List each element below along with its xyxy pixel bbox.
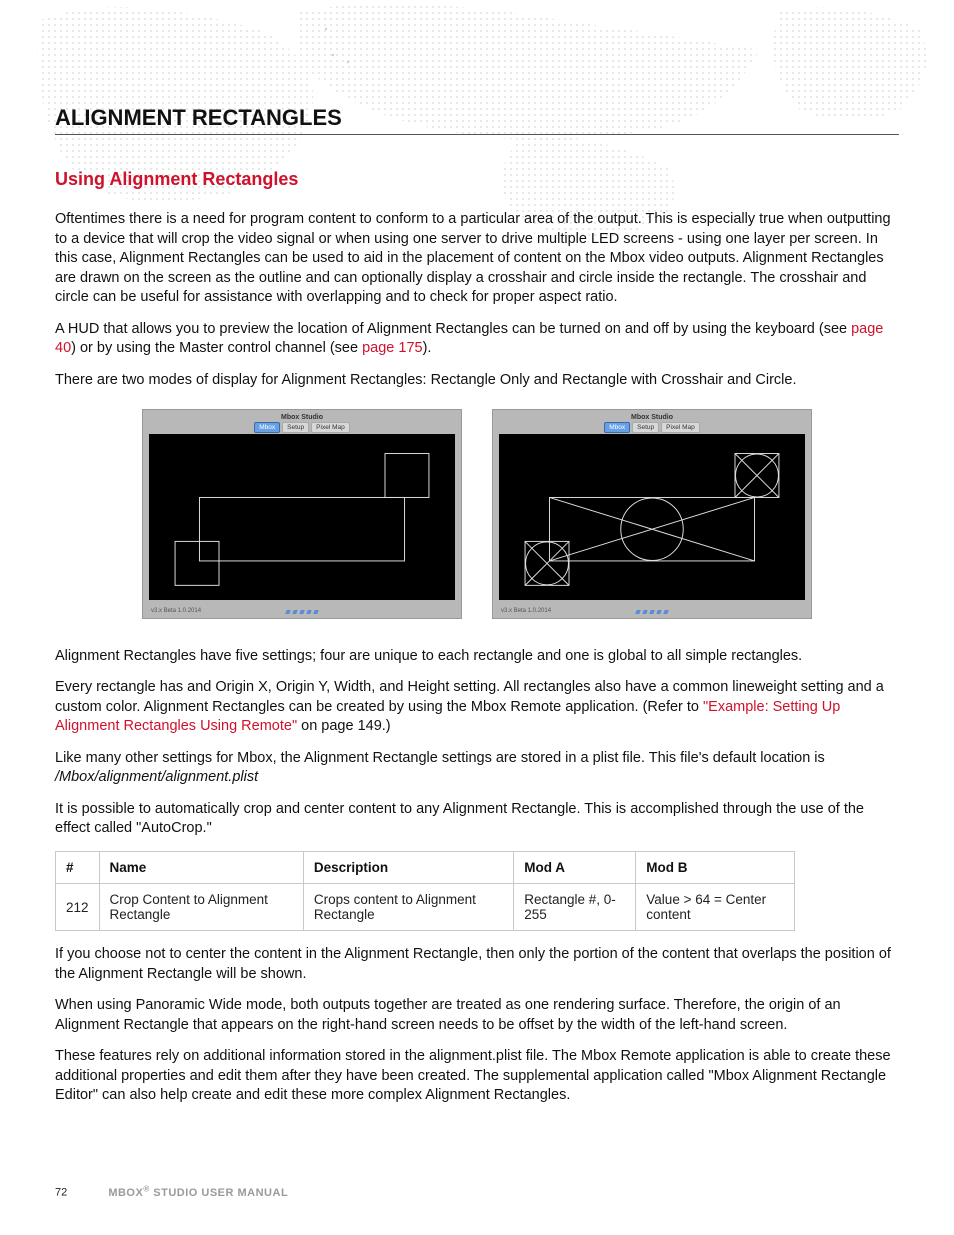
cell-number: 212 <box>56 884 100 931</box>
figure-version: v3.x Beta 1.0.2014 <box>501 608 551 614</box>
paragraph: Oftentimes there is a need for program c… <box>55 210 899 308</box>
window-title: Mbox Studio <box>493 414 811 421</box>
window-title: Mbox Studio <box>143 414 461 421</box>
text: ) or by using the Master control channel… <box>71 340 362 356</box>
paragraph: Alignment Rectangles have five settings;… <box>55 647 899 667</box>
paragraph: If you choose not to center the content … <box>55 945 899 984</box>
col-description: Description <box>303 852 513 884</box>
page-link[interactable]: page 175 <box>362 340 422 356</box>
tab-setup: Setup <box>632 422 659 433</box>
window-tabs: MboxSetupPixel Map <box>143 422 461 433</box>
window-tabs: MboxSetupPixel Map <box>493 422 811 433</box>
figure-row: Mbox Studio MboxSetupPixel Map v3.x Beta… <box>55 409 899 619</box>
text: A HUD that allows you to preview the loc… <box>55 321 851 337</box>
paragraph: These features rely on additional inform… <box>55 1047 899 1106</box>
figure-version: v3.x Beta 1.0.2014 <box>151 608 201 614</box>
table-row: 212 Crop Content to Alignment Rectangle … <box>56 884 795 931</box>
paragraph: Every rectangle has and Origin X, Origin… <box>55 678 899 737</box>
footer-dots-icon <box>286 610 318 614</box>
figure-stage <box>499 434 805 600</box>
figure-rectangle-only: Mbox Studio MboxSetupPixel Map v3.x Beta… <box>142 409 462 619</box>
text: Like many other settings for Mbox, the A… <box>55 750 825 766</box>
paragraph: It is possible to automatically crop and… <box>55 800 899 839</box>
paragraph: Like many other settings for Mbox, the A… <box>55 749 899 788</box>
col-number: # <box>56 852 100 884</box>
paragraph: There are two modes of display for Align… <box>55 371 899 391</box>
col-name: Name <box>99 852 303 884</box>
manual-title: MBOX® STUDIO USER MANUAL <box>108 1187 288 1199</box>
tab-pixelmap: Pixel Map <box>311 422 350 433</box>
col-mod-b: Mod B <box>636 852 795 884</box>
text: on page 149.) <box>297 718 391 734</box>
section-heading: ALIGNMENT RECTANGLES <box>55 105 899 135</box>
cell-mod-b: Value > 64 = Center content <box>636 884 795 931</box>
table-header-row: # Name Description Mod A Mod B <box>56 852 795 884</box>
tab-pixelmap: Pixel Map <box>661 422 700 433</box>
tab-mbox: Mbox <box>604 422 630 433</box>
text: ). <box>423 340 432 356</box>
cell-description: Crops content to Alignment Rectangle <box>303 884 513 931</box>
footer-dots-icon <box>636 610 668 614</box>
page-footer: 72 MBOX® STUDIO USER MANUAL <box>55 1184 288 1199</box>
paragraph: When using Panoramic Wide mode, both out… <box>55 996 899 1035</box>
tab-setup: Setup <box>282 422 309 433</box>
tab-mbox: Mbox <box>254 422 280 433</box>
page-content: ALIGNMENT RECTANGLES Using Alignment Rec… <box>0 0 954 1148</box>
cell-mod-a: Rectangle #, 0-255 <box>514 884 636 931</box>
figure-rectangle-crosshair: Mbox Studio MboxSetupPixel Map <box>492 409 812 619</box>
file-path: /Mbox/alignment/alignment.plist <box>55 769 258 785</box>
figure-stage <box>149 434 455 600</box>
subsection-heading: Using Alignment Rectangles <box>55 169 899 190</box>
cell-name: Crop Content to Alignment Rectangle <box>99 884 303 931</box>
paragraph: A HUD that allows you to preview the loc… <box>55 320 899 359</box>
page-number: 72 <box>55 1187 67 1199</box>
col-mod-a: Mod A <box>514 852 636 884</box>
effect-table: # Name Description Mod A Mod B 212 Crop … <box>55 851 795 931</box>
